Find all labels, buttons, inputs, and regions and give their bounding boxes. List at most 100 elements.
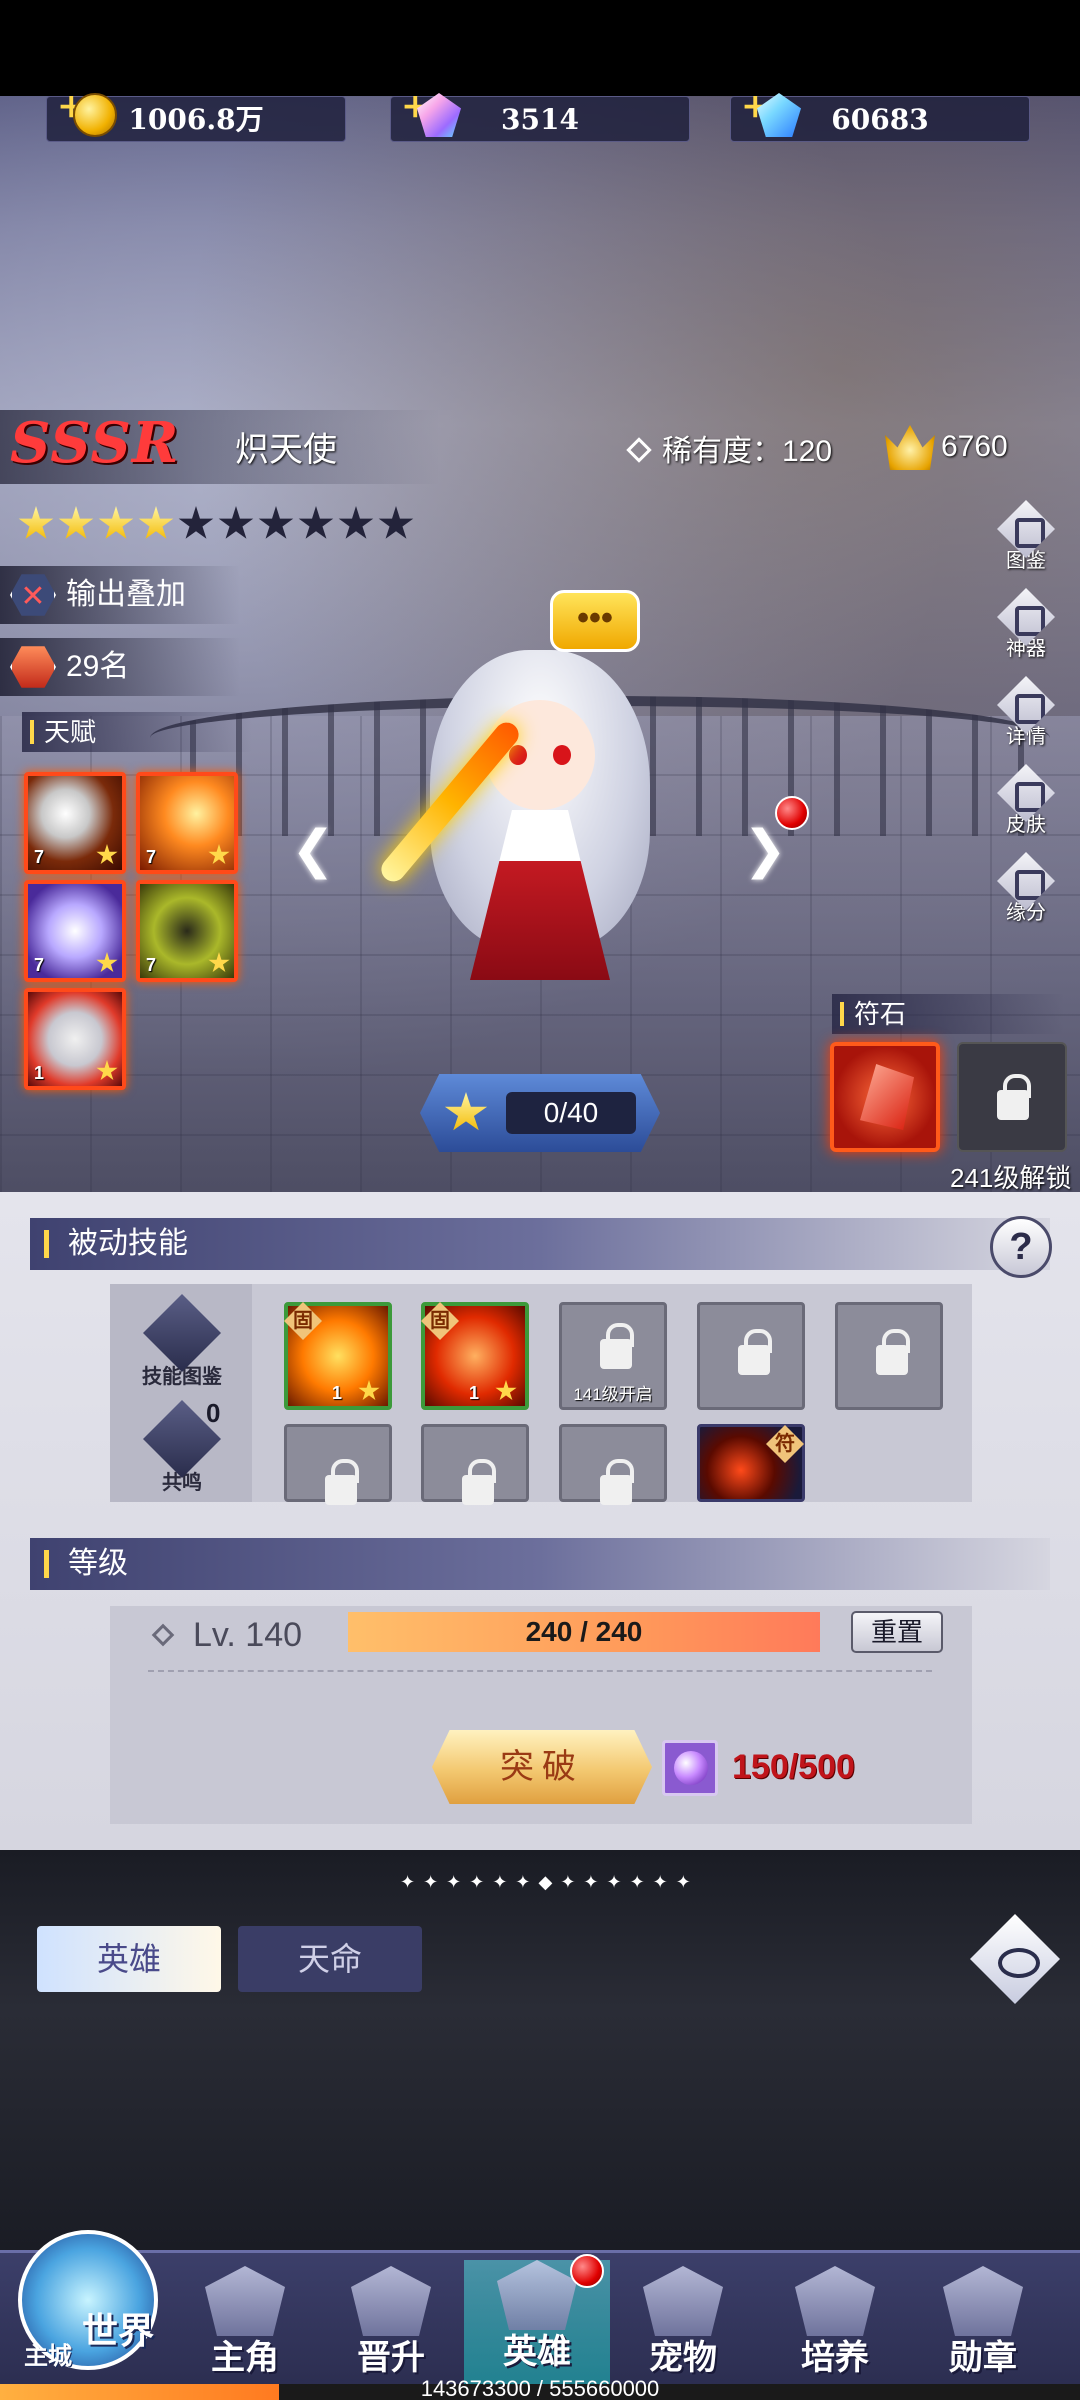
- nav-label: 勋章: [949, 2338, 1017, 2378]
- talent-level: 7: [34, 847, 45, 867]
- passive-skill-slot-2[interactable]: 固 1: [421, 1302, 529, 1410]
- medal-star-icon: [943, 2266, 1023, 2336]
- star-empty-icon: [338, 506, 374, 539]
- passive-skill-slot-8[interactable]: [559, 1424, 667, 1505]
- level-exp-bar: 240 / 240: [348, 1612, 820, 1652]
- flame-icon: [10, 646, 56, 688]
- pink-gem-amount: 3514: [501, 103, 579, 136]
- nav-label: 宠物: [649, 2338, 717, 2378]
- star-empty-icon: [178, 506, 214, 539]
- lower-dark-area: [0, 1850, 1080, 2250]
- help-button[interactable]: ?: [990, 1216, 1052, 1278]
- passive-skill-slot-4[interactable]: [697, 1302, 805, 1410]
- compass-diamond-icon: [795, 2266, 875, 2336]
- notification-dot: [775, 796, 809, 830]
- nav-label: 培养: [801, 2338, 869, 2378]
- side-btn-bond[interactable]: 缘分: [990, 852, 1062, 932]
- chat-bubble-icon[interactable]: •••: [550, 590, 640, 652]
- reset-button[interactable]: 重置: [851, 1611, 943, 1653]
- talent-star-icon: [208, 952, 230, 973]
- passive-skill-slot-6[interactable]: [284, 1424, 392, 1505]
- skill-codex-button[interactable]: 技能图鉴: [138, 1294, 226, 1389]
- talent-slot-1[interactable]: 7: [24, 772, 126, 874]
- passive-skill-slot-3[interactable]: 141级开启: [559, 1302, 667, 1410]
- material-count: 150/500: [732, 1748, 855, 1786]
- passive-skill-slot-7[interactable]: [421, 1424, 529, 1505]
- nav-pet[interactable]: 宠物: [610, 2266, 756, 2386]
- rune-slot-fire[interactable]: [830, 1042, 940, 1152]
- star-exp-value: 0/40: [506, 1092, 636, 1134]
- world-button[interactable]: 世界 主城: [8, 2210, 168, 2380]
- skill-level: 1: [332, 1383, 343, 1403]
- talent-level: 1: [34, 1063, 45, 1083]
- star-exp-pill[interactable]: 0/40: [420, 1074, 660, 1152]
- side-btn-skin[interactable]: 皮肤: [990, 764, 1062, 844]
- world-label: 世界: [82, 2310, 155, 2352]
- hero-rank-tag[interactable]: 29名: [0, 638, 240, 696]
- purple-orb-icon[interactable]: [662, 1740, 718, 1796]
- nav-medal[interactable]: 勋章: [910, 2266, 1056, 2386]
- passive-skill-slot-1[interactable]: 固 1: [284, 1302, 392, 1410]
- download-progress-text: 143673300 / 555660000: [420, 2376, 660, 2400]
- talent-star-icon: [96, 1060, 118, 1081]
- crown-icon: [885, 425, 935, 470]
- nav-promotion[interactable]: 晋升: [318, 2266, 464, 2386]
- hero-rank-label: 29名: [66, 650, 130, 683]
- passive-skill-header: 被动技能: [30, 1218, 1050, 1270]
- star-up-icon: [444, 1092, 488, 1131]
- hero-level: Lv. 140: [151, 1616, 303, 1655]
- nav-label: 主角: [211, 2338, 279, 2378]
- currency-gold[interactable]: + 1006.8万: [46, 86, 346, 142]
- tab-destiny[interactable]: 天命: [238, 1926, 422, 1992]
- star-filled-icon: [58, 506, 94, 539]
- fixed-tag-icon: 固: [284, 1302, 322, 1340]
- lock-icon: [738, 1329, 772, 1375]
- lock-icon: [462, 1459, 496, 1505]
- rune-tag-icon: 符: [766, 1425, 804, 1463]
- hero-level-text: Lv. 140: [193, 1616, 303, 1654]
- status-bar: [0, 0, 1080, 96]
- dashed-divider: [148, 1670, 932, 1672]
- side-btn-details[interactable]: 详情: [990, 676, 1062, 756]
- main-city-label: 主城: [24, 2343, 72, 2370]
- hero-name: 炽天使: [235, 431, 337, 469]
- rune-slot-locked[interactable]: [957, 1042, 1067, 1152]
- rune-unlock-text: 241级解锁: [950, 1163, 1072, 1193]
- nav-cultivate[interactable]: 培养: [762, 2266, 908, 2386]
- nav-protagonist[interactable]: 主角: [172, 2266, 318, 2386]
- passive-skill-slot-9[interactable]: 符: [697, 1424, 805, 1502]
- hero-character-sprite[interactable]: [340, 640, 740, 1020]
- prev-hero-arrow-icon[interactable]: ❮: [288, 820, 338, 880]
- nav-label: 晋升: [357, 2338, 425, 2378]
- side-btn-codex[interactable]: 图鉴: [990, 500, 1062, 580]
- hero-power-value: 6760: [941, 430, 1008, 463]
- talent-section-label: 天赋: [22, 712, 252, 752]
- nav-label: 英雄: [503, 2332, 571, 2372]
- talent-level: 7: [146, 847, 157, 867]
- talent-star-icon: [96, 844, 118, 865]
- passive-skill-slot-5[interactable]: [835, 1302, 943, 1410]
- next-hero-arrow-icon[interactable]: ❯: [740, 820, 790, 880]
- helmet-profile-icon: [205, 2266, 285, 2336]
- tab-hero[interactable]: 英雄: [37, 1926, 221, 1992]
- currency-blue-gem[interactable]: + 60683: [730, 86, 1030, 142]
- lock-icon: [325, 1459, 359, 1505]
- talent-slot-4[interactable]: 7: [136, 880, 238, 982]
- level-section-header: 等级: [30, 1538, 1050, 1590]
- side-btn-artifact[interactable]: 神器: [990, 588, 1062, 668]
- star-empty-icon: [378, 506, 414, 539]
- currency-pink-gem[interactable]: + 3514: [390, 86, 690, 142]
- talent-slot-3[interactable]: 7: [24, 880, 126, 982]
- rune-section-label: 符石: [832, 994, 1064, 1034]
- star-empty-icon: [258, 506, 294, 539]
- talent-slot-5[interactable]: 1: [24, 988, 126, 1090]
- talent-slot-2[interactable]: 7: [136, 772, 238, 874]
- resonance-count: 0: [206, 1398, 221, 1428]
- blue-gem-amount: 60683: [831, 103, 929, 136]
- star-empty-icon: [218, 506, 254, 539]
- skill-star-icon: [495, 1380, 517, 1401]
- skill-unlock-level: 141级开启: [573, 1385, 653, 1404]
- star-filled-icon: [18, 506, 54, 539]
- breakthrough-button[interactable]: 突破: [432, 1730, 652, 1804]
- gold-amount: 1006.8万: [128, 103, 264, 136]
